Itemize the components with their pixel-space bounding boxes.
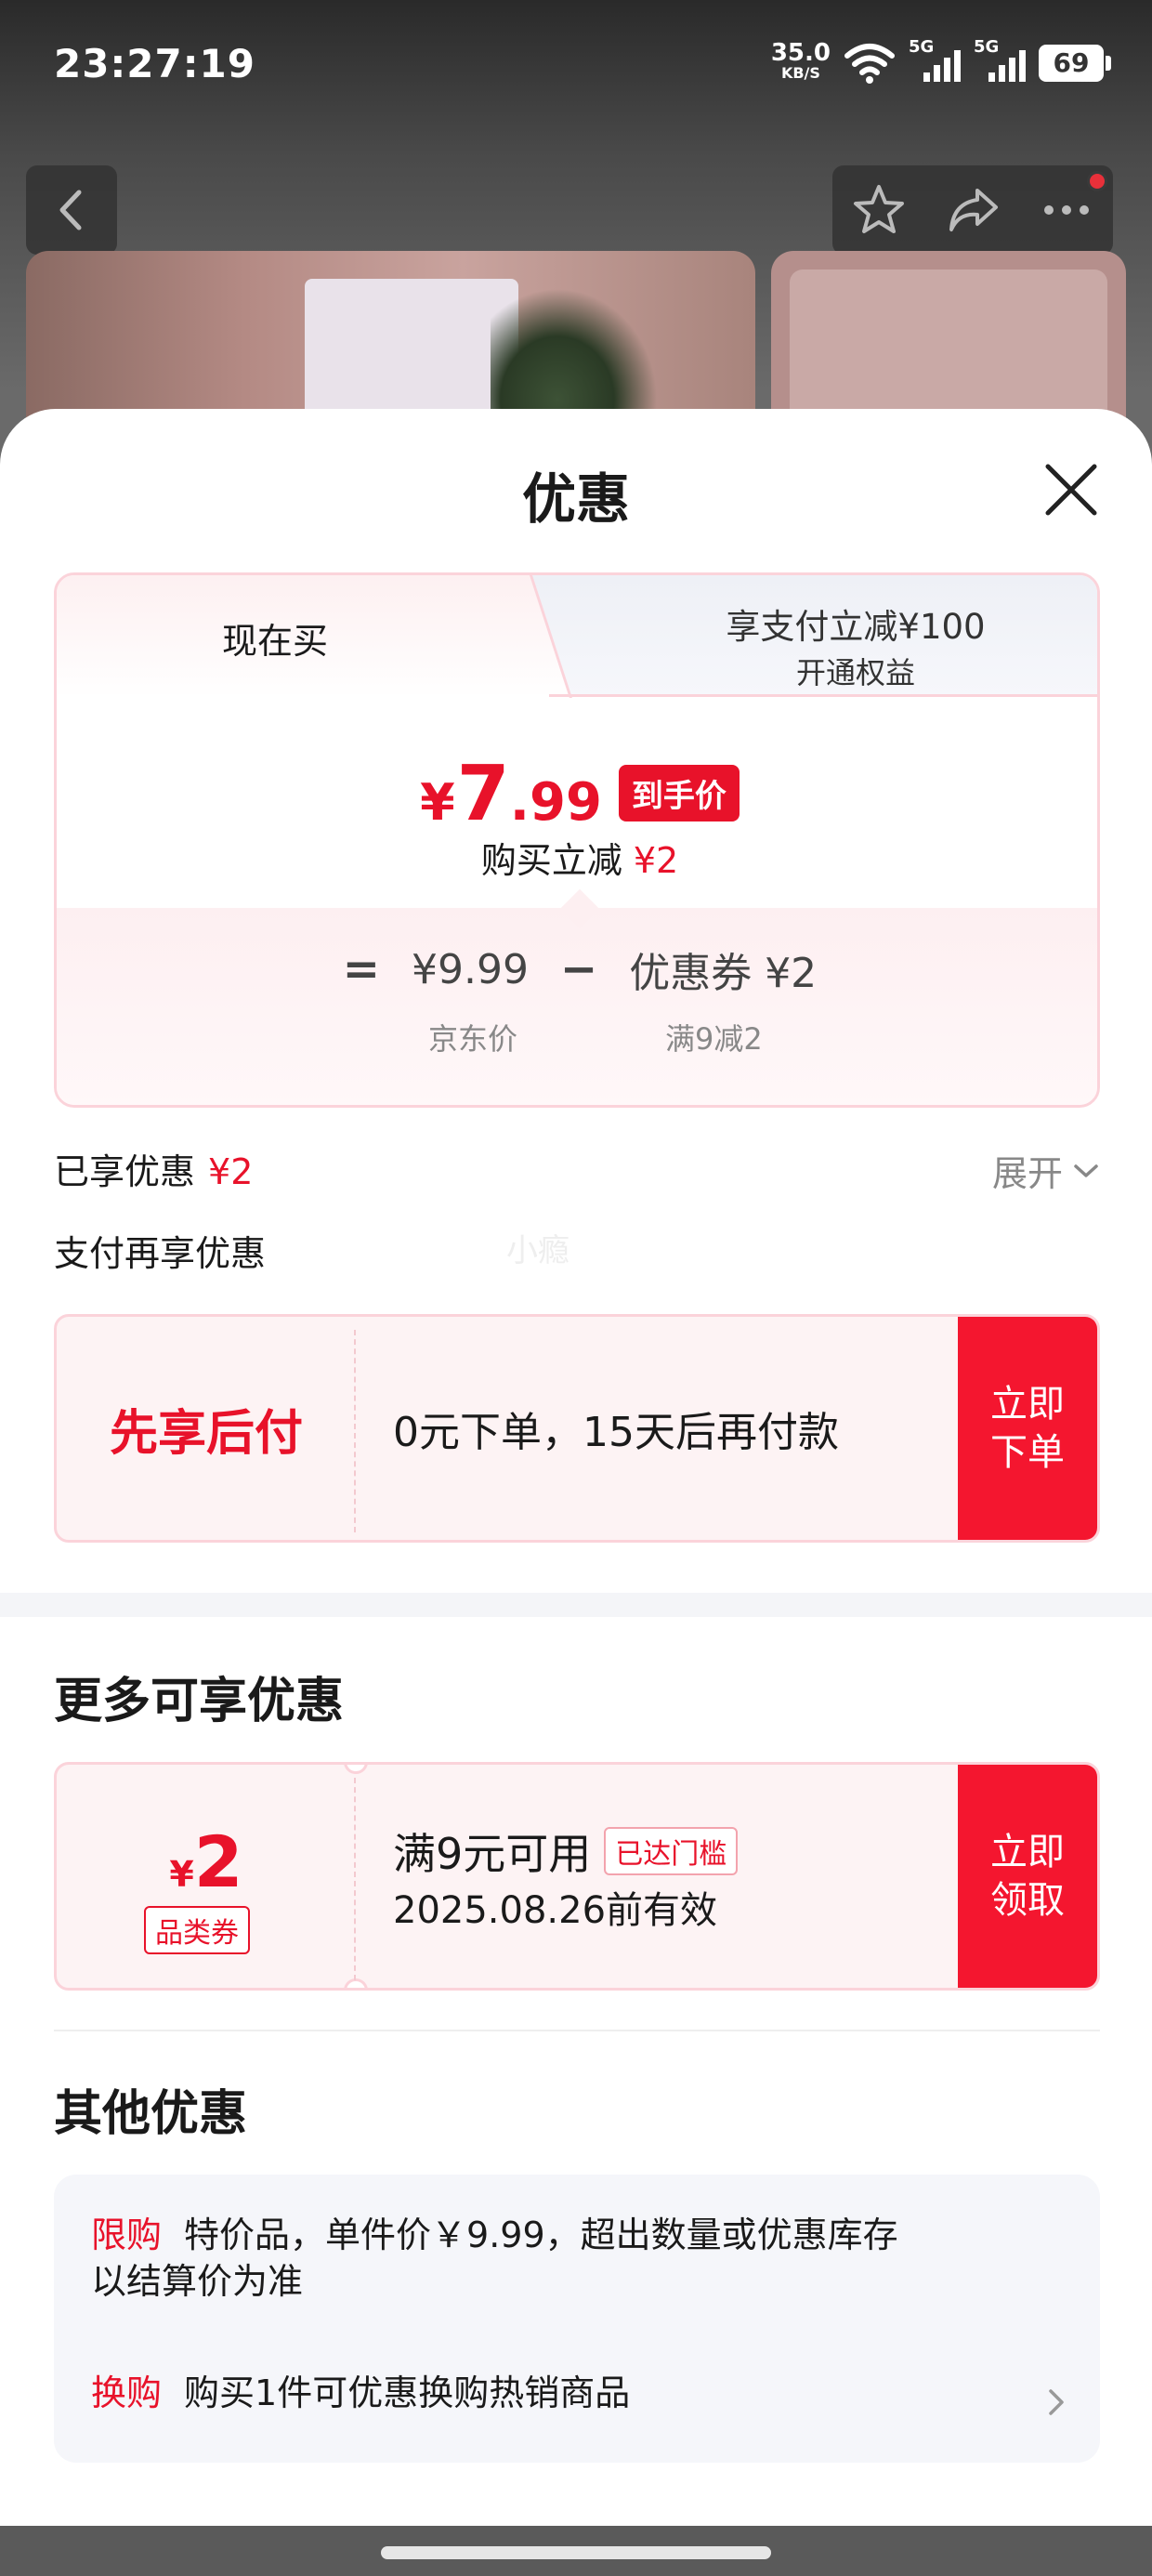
order-now-button[interactable]: 立即 下单: [958, 1317, 1097, 1540]
home-indicator[interactable]: [381, 2546, 771, 2559]
enjoyed-label: 已享优惠: [54, 1151, 196, 1192]
tab-border-gap: [57, 694, 549, 697]
share-icon[interactable]: [944, 181, 1001, 239]
expand-button[interactable]: 展开: [992, 1145, 1100, 1196]
buy-reduce-label: 购买立减: [480, 840, 622, 881]
coupon-rule-label: 满9减2: [665, 1021, 763, 1057]
claim-now-button[interactable]: 立即 领取: [958, 1765, 1097, 1988]
buy-reduce: 购买立减 ¥2: [57, 832, 1097, 883]
coupon-expiry: 2025.08.26前有效: [393, 1889, 718, 1932]
trade-up-row[interactable]: 换购 购买1件可优惠换购热销商品: [91, 2370, 1057, 2416]
watermark: 小瘾: [506, 1232, 569, 1269]
sheet-title: 优惠: [521, 467, 630, 531]
price-integer: 7: [456, 750, 510, 838]
star-icon[interactable]: [850, 181, 908, 239]
bnpl-description: 0元下单，15天后再付款: [393, 1409, 839, 1456]
coupon-condition-text: 满9元可用: [393, 1829, 592, 1879]
coupon-discount: 优惠券 ¥2: [629, 950, 818, 997]
coupon-notch-bottom: [344, 1978, 368, 1988]
signal-icon-1: 5G: [909, 37, 961, 85]
bnpl-card: 先享后付 0元下单，15天后再付款 立即 下单: [54, 1314, 1100, 1543]
battery-icon: 69: [1039, 45, 1111, 82]
coupon-currency: ¥: [169, 1854, 194, 1895]
bnpl-title: 先享后付: [109, 1405, 303, 1462]
section-divider: [54, 2030, 1100, 2031]
calc-row: = ¥9.99 − 优惠券 ¥2: [57, 940, 1097, 999]
price-decimal: .99: [509, 772, 602, 833]
chevron-down-icon: [1074, 1163, 1098, 1177]
coupon-type-tag: 品类券: [144, 1906, 250, 1954]
claim-now-line1: 立即: [990, 1831, 1065, 1873]
tab-pay-offer-sublabel: 开通权益: [795, 655, 915, 690]
network-speed: 35.0 KB/S: [770, 39, 831, 82]
top-actions: [832, 165, 1113, 255]
price-calculation: [57, 908, 1097, 1105]
tab-buy-now-label: 现在买: [221, 621, 328, 662]
coupon-notch-top: [344, 1765, 368, 1774]
close-icon[interactable]: [1039, 457, 1104, 522]
other-discounts-box: 限购 特价品，单件价￥9.99，超出数量或优惠库存 以结算价为准 换购 购买1件可优…: [54, 2175, 1100, 2463]
product-page-background: 23:27:19 35.0 KB/S 5G 5G 69: [0, 0, 1152, 465]
limit-purchase-text-2: 以结算价为准: [91, 2261, 304, 2302]
limit-purchase-text: 特价品，单件价￥9.99，超出数量或优惠库存: [184, 2215, 898, 2255]
status-bar: 23:27:19 35.0 KB/S 5G 5G 69: [0, 0, 1152, 139]
trade-up-tag: 换购: [91, 2372, 163, 2413]
jd-price: ¥9.99: [412, 945, 529, 993]
order-now-line1: 立即: [990, 1383, 1065, 1426]
minus-sign: −: [559, 943, 598, 995]
final-price-badge: 到手价: [618, 765, 740, 821]
jd-price-label: 京东价: [428, 1021, 518, 1057]
equals-sign: =: [342, 943, 381, 995]
threshold-reached-badge: 已达门槛: [604, 1827, 739, 1875]
expand-label: 展开: [991, 1153, 1063, 1194]
limit-purchase-row: 限购 特价品，单件价￥9.99，超出数量或优惠库存 以结算价为准: [91, 2212, 898, 2305]
other-discounts-title: 其他优惠: [54, 2086, 248, 2142]
enjoyed-discount: 已享优惠 ¥2: [54, 1143, 253, 1194]
home-indicator-bar: [0, 2526, 1152, 2576]
category-coupon-card: ¥2 品类券 满9元可用 已达门槛 2025.08.26前有效 立即 领取: [54, 1762, 1100, 1991]
more-icon[interactable]: [1038, 181, 1095, 239]
back-button[interactable]: [26, 165, 117, 255]
price-currency: ¥: [420, 773, 455, 832]
signal-icon-2: 5G: [974, 37, 1026, 85]
coupon-divider: [354, 1778, 356, 1980]
price-card: 现在买 享支付立减¥100 开通权益 ¥ 7 .99 到手价 购买立减 ¥2 = …: [54, 572, 1100, 1108]
wifi-icon: [844, 44, 895, 84]
chevron-left-icon: [59, 190, 82, 230]
trade-up-text: 购买1件可优惠换购热销商品: [184, 2372, 631, 2413]
enjoyed-value: ¥2: [208, 1151, 254, 1192]
buy-reduce-value: ¥2: [633, 840, 679, 881]
pay-again-label: 支付再享优惠: [54, 1233, 267, 1274]
coupon-condition: 满9元可用 已达门槛: [393, 1820, 739, 1882]
coupon-amount: ¥2: [57, 1820, 356, 1903]
limit-purchase-tag: 限购: [91, 2215, 163, 2255]
chevron-right-icon[interactable]: [1046, 2386, 1067, 2418]
card-divider: [354, 1330, 356, 1532]
tab-pay-offer-label: 享支付立减¥100: [726, 607, 986, 647]
notification-dot: [1087, 171, 1107, 191]
more-discounts-title: 更多可享优惠: [54, 1674, 345, 1729]
coupon-value: 2: [193, 1820, 243, 1903]
claim-now-line2: 领取: [990, 1879, 1065, 1922]
section-separator: [0, 1593, 1152, 1617]
status-icons: 35.0 KB/S 5G 5G 69: [770, 37, 1111, 85]
status-time: 23:27:19: [54, 41, 255, 86]
final-price: ¥ 7 .99 到手价: [57, 750, 1097, 838]
order-now-line2: 下单: [990, 1431, 1065, 1474]
discount-sheet: 优惠 现在买 享支付立减¥100 开通权益 ¥ 7 .99 到手价 购买立减 ¥2…: [0, 409, 1152, 2526]
